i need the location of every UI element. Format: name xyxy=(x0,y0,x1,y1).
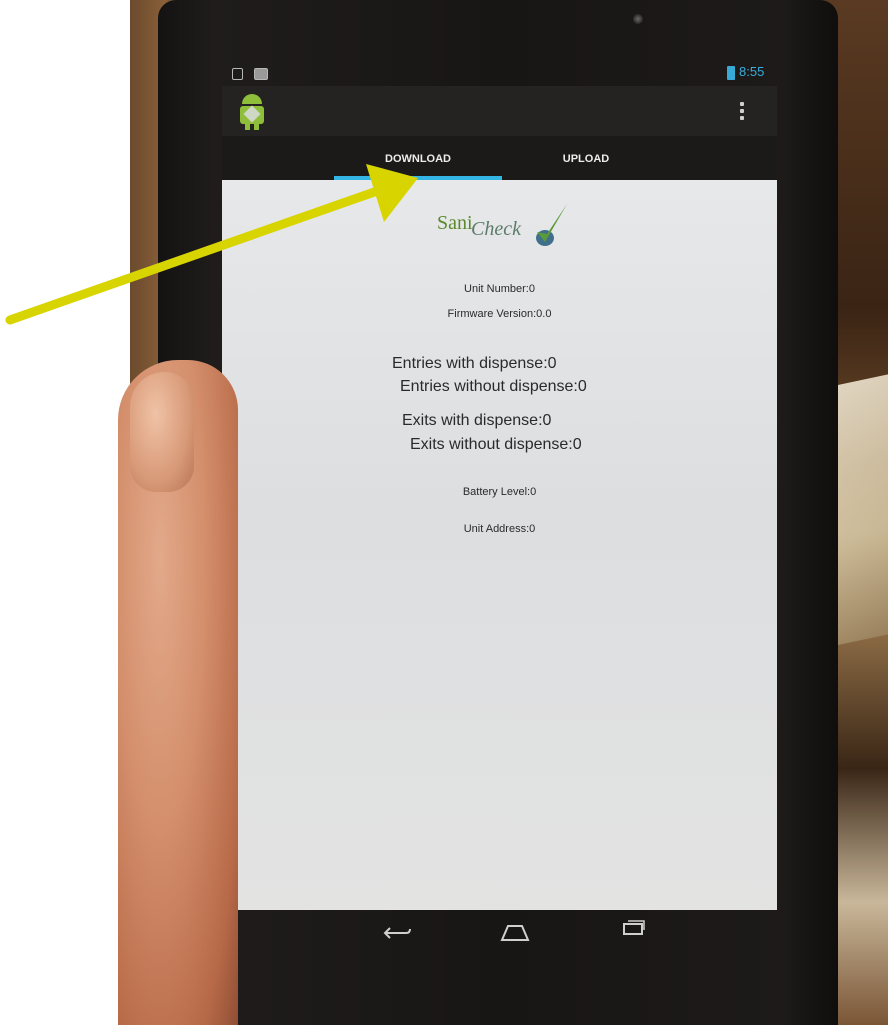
overflow-menu-icon[interactable] xyxy=(739,100,745,122)
logo-checkmark-icon xyxy=(536,204,567,246)
annotation-arrow xyxy=(5,164,418,325)
navigation-bar xyxy=(222,910,777,955)
recent-apps-icon[interactable] xyxy=(622,918,646,936)
holding-thumb xyxy=(130,372,194,492)
battery-icon xyxy=(727,66,735,80)
logo-text-sani: Sani xyxy=(437,212,473,234)
logo-text-check: Check xyxy=(471,218,521,240)
sanicheck-logo: Sani Check xyxy=(437,202,567,252)
exits-with-dispense-label: Exits with dispense:0 xyxy=(402,412,552,429)
unit-address-label: Unit Address:0 xyxy=(463,523,536,535)
battery-level-label: Battery Level:0 xyxy=(462,486,537,498)
notification-icon xyxy=(232,68,243,80)
tab-upload[interactable]: UPLOAD xyxy=(502,136,670,180)
background-paper xyxy=(835,374,888,646)
entries-without-dispense-label: Entries without dispense:0 xyxy=(400,378,587,395)
android-robot-icon[interactable] xyxy=(236,94,268,130)
notification-check-icon xyxy=(254,68,268,80)
photo-stage: 8:55 DOWNLOAD UPLOAD Sani Check Unit Num… xyxy=(0,0,888,1025)
home-icon[interactable] xyxy=(500,922,530,942)
exits-without-dispense-label: Exits without dispense:0 xyxy=(410,436,582,453)
status-bar: 8:55 xyxy=(222,60,777,86)
entries-with-dispense-label: Entries with dispense:0 xyxy=(392,355,557,372)
action-bar xyxy=(222,86,777,136)
back-icon[interactable] xyxy=(382,926,412,940)
status-clock: 8:55 xyxy=(739,64,765,79)
front-camera xyxy=(633,14,643,24)
